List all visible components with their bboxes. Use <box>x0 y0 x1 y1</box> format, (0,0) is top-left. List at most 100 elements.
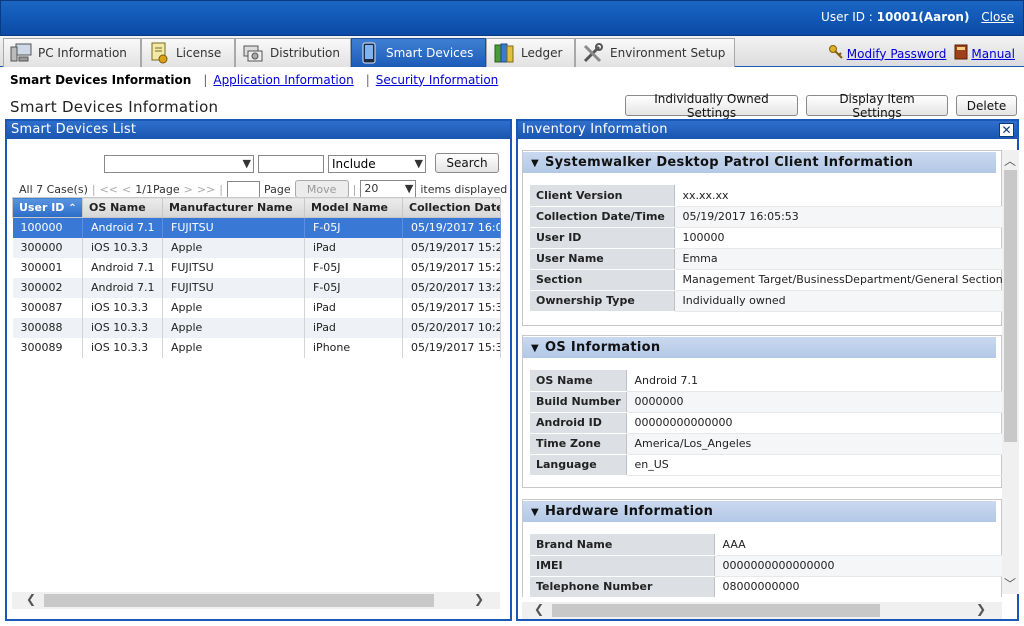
tab-label: PC Information <box>38 46 127 60</box>
subnav-application-information[interactable]: Application Information <box>213 73 353 87</box>
sort-asc-icon: ⌃ <box>68 203 77 214</box>
table-row[interactable]: 300087 iOS 10.3.3 Apple iPad 05/19/2017 … <box>12 297 501 318</box>
user-info: User ID : 10001(Aaron) Close <box>821 10 1014 24</box>
table-row[interactable]: 300002 Android 7.1 FUJITSU F-05J 05/20/2… <box>12 277 501 298</box>
table-row[interactable]: 300000 iOS 10.3.3 Apple iPad 05/19/2017 … <box>12 237 501 258</box>
scroll-left-icon[interactable]: ❮ <box>26 592 36 606</box>
column-header-collection-date[interactable]: Collection Date <box>402 197 501 218</box>
header-links: Modify Password Manual <box>828 44 1015 63</box>
scroll-thumb[interactable] <box>552 604 880 617</box>
scroll-thumb[interactable] <box>44 594 434 607</box>
manual-link[interactable]: Manual <box>954 44 1015 63</box>
key-icon <box>828 44 844 63</box>
info-key: Telephone Number <box>530 576 715 598</box>
tab-environment-setup[interactable]: Environment Setup <box>575 38 735 67</box>
inventory-vertical-scrollbar[interactable]: ︿ ﹀ <box>1002 150 1019 594</box>
tab-pc-information[interactable]: PC Information <box>3 38 141 67</box>
list-horizontal-scrollbar[interactable]: ❮ ❯ <box>12 592 500 609</box>
filter-field-select[interactable]: ▼ <box>104 155 254 173</box>
info-key: Build Number <box>530 391 627 413</box>
page-info: 1/1Page <box>135 182 180 196</box>
hardware-info-header[interactable]: ▼ Hardware Information <box>523 501 996 522</box>
cell-model: iPhone <box>304 337 403 358</box>
cell-model: iPad <box>304 297 403 318</box>
cell-os-name: Android 7.1 <box>82 277 163 298</box>
info-key: Ownership Type <box>530 290 675 312</box>
filter-condition-select[interactable]: Include ▼ <box>328 155 426 173</box>
info-row: Section Management Target/BusinessDepartm… <box>530 269 1002 291</box>
tab-smart-devices[interactable]: Smart Devices <box>351 38 486 67</box>
record-count: All 7 Case(s) <box>19 182 88 196</box>
move-button[interactable]: Move <box>294 180 349 198</box>
first-page-button[interactable]: << <box>100 183 118 196</box>
modify-password-link[interactable]: Modify Password <box>828 44 946 63</box>
scroll-down-icon[interactable]: ﹀ <box>1004 575 1016 592</box>
cell-manufacturer: Apple <box>162 337 305 358</box>
scroll-thumb[interactable] <box>1004 170 1017 442</box>
page-number-input[interactable] <box>226 180 260 198</box>
info-value: 05/19/2017 16:05:53 <box>674 206 1002 228</box>
tab-distribution[interactable]: Distribution <box>235 38 351 67</box>
delete-button[interactable]: Delete <box>956 95 1017 116</box>
prev-page-button[interactable]: < <box>122 183 131 196</box>
sub-navigation: Smart Devices Information | Application … <box>0 67 1024 92</box>
column-header-os-name[interactable]: OS Name <box>82 197 163 218</box>
info-value: 0000000000000000 <box>714 555 1002 577</box>
filter-text-input[interactable] <box>258 155 324 173</box>
collapse-triangle-icon: ▼ <box>531 343 539 354</box>
client-info-header[interactable]: ▼ Systemwalker Desktop Patrol Client Info… <box>523 152 996 173</box>
cell-collection-date: 05/19/2017 16:05 <box>402 217 501 238</box>
cell-collection-date: 05/19/2017 15:33 <box>402 337 501 358</box>
collapse-triangle-icon: ▼ <box>531 158 539 169</box>
scroll-left-icon[interactable]: ❮ <box>534 602 544 616</box>
per-page-select[interactable]: 20 ▼ <box>360 180 417 198</box>
ledger-icon <box>493 42 515 64</box>
manual-label: Manual <box>971 46 1015 61</box>
content-clip <box>522 597 1002 601</box>
cell-model: F-05J <box>304 277 403 298</box>
table-row[interactable]: 300088 iOS 10.3.3 Apple iPad 05/20/2017 … <box>12 317 501 338</box>
last-page-button[interactable]: >> <box>197 183 215 196</box>
os-info-header[interactable]: ▼ OS Information <box>523 337 996 358</box>
cell-manufacturer: Apple <box>162 237 305 258</box>
subnav-security-information[interactable]: Security Information <box>376 73 499 87</box>
individually-owned-settings-button[interactable]: Individually Owned Settings <box>625 92 798 120</box>
close-icon[interactable]: ✕ <box>999 123 1014 137</box>
info-row: Ownership Type Individually owned <box>530 290 1002 312</box>
info-key: OS Name <box>530 370 627 392</box>
cell-user-id: 300001 <box>12 257 83 278</box>
os-info-table: OS Name Android 7.1 Build Number 0000000 A… <box>530 370 1002 476</box>
table-row[interactable]: 300089 iOS 10.3.3 Apple iPhone 05/19/201… <box>12 337 501 358</box>
info-row: Android ID 00000000000000 <box>530 412 1002 434</box>
close-link[interactable]: Close <box>981 10 1014 24</box>
column-header-user-id[interactable]: User ID ⌃ <box>12 197 83 218</box>
book-icon <box>954 44 968 63</box>
tab-license[interactable]: License <box>141 38 235 67</box>
cell-user-id: 300089 <box>12 337 83 358</box>
info-value: Management Target/BusinessDepartment/Gen… <box>674 269 1002 291</box>
cell-user-id: 300087 <box>12 297 83 318</box>
chevron-down-icon: ▼ <box>242 157 251 170</box>
search-button[interactable]: Search <box>435 153 499 173</box>
tab-ledger[interactable]: Ledger <box>486 38 575 67</box>
info-row: OS Name Android 7.1 <box>530 370 1002 392</box>
info-value: xx.xx.xx <box>674 185 1002 207</box>
info-value: 08000000000 <box>714 576 1002 598</box>
tab-label: Ledger <box>521 46 563 60</box>
column-header-model-name[interactable]: Model Name <box>304 197 403 218</box>
scroll-right-icon[interactable]: ❯ <box>976 602 986 616</box>
cell-manufacturer: Apple <box>162 297 305 318</box>
display-item-settings-button[interactable]: Display Item Settings <box>806 92 948 120</box>
client-info-table: Client Version xx.xx.xx Collection Date/T… <box>530 185 1002 312</box>
info-row: User ID 100000 <box>530 227 1002 249</box>
cell-user-id: 300088 <box>12 317 83 338</box>
inventory-horizontal-scrollbar[interactable]: ❮ ❯ <box>522 602 1002 619</box>
scroll-up-icon[interactable]: ︿ <box>1004 152 1016 169</box>
scroll-right-icon[interactable]: ❯ <box>474 592 484 606</box>
pager-bar: All 7 Case(s) | << < 1/1Page > >> | Page… <box>19 180 507 198</box>
next-page-button[interactable]: > <box>184 183 193 196</box>
tab-label: Environment Setup <box>610 46 726 60</box>
column-header-manufacturer-name[interactable]: Manufacturer Name <box>162 197 305 218</box>
table-row[interactable]: 300001 Android 7.1 FUJITSU F-05J 05/19/2… <box>12 257 501 278</box>
table-row[interactable]: 100000 Android 7.1 FUJITSU F-05J 05/19/2… <box>12 217 501 238</box>
